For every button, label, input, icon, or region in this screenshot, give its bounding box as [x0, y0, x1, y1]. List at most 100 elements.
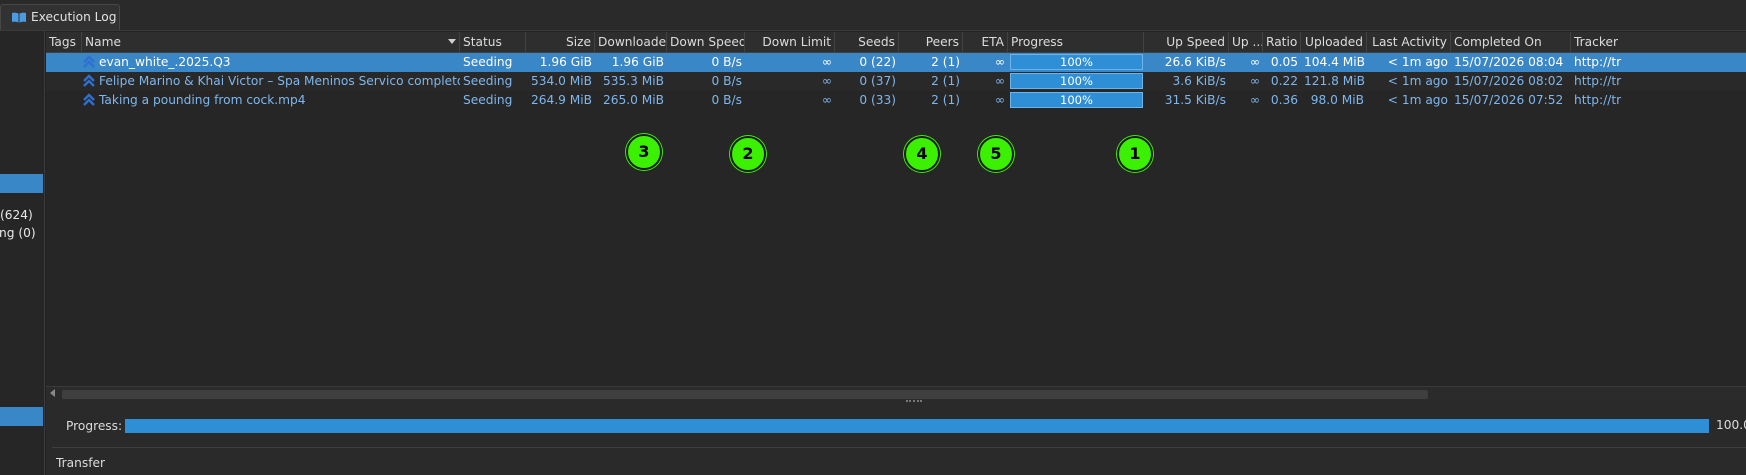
annotation-marker: 3 [626, 134, 662, 170]
torrent-down-speed: 0 B/s [711, 93, 742, 107]
column-tags[interactable]: Tags [46, 32, 82, 52]
torrent-eta: ∞ [994, 93, 1005, 107]
annotation-marker: 2 [730, 136, 766, 172]
book-icon [12, 12, 26, 23]
torrent-progress-bar: 100% [1010, 73, 1143, 89]
torrent-downloaded: 1.96 GiB [611, 55, 664, 69]
sidebar-item-count[interactable]: (624) [0, 208, 33, 222]
torrent-uploaded: 98.0 MiB [1310, 93, 1364, 107]
column-name[interactable]: Name [82, 32, 460, 52]
divider [52, 447, 1746, 448]
annotation-marker: 5 [978, 136, 1014, 172]
torrent-completed-on: 15/07/2026 07:52 [1454, 93, 1564, 107]
torrent-down-limit: ∞ [821, 74, 832, 88]
table-row[interactable]: evan_white_.2025.Q3 Seeding 1.96 GiB 1.9… [46, 53, 1746, 72]
seeding-icon [83, 55, 95, 68]
column-uploaded[interactable]: Uploaded [1301, 32, 1367, 52]
torrent-last-activity: < 1m ago [1387, 93, 1448, 107]
horizontal-scrollbar[interactable] [46, 386, 1746, 401]
annotation-marker: 1 [1117, 136, 1153, 172]
column-downloaded[interactable]: Downloaded [595, 32, 667, 52]
table-row[interactable]: Felipe Marino & Khai Victor – Spa Menino… [46, 72, 1746, 91]
sidebar-selected-item[interactable] [0, 407, 43, 426]
torrent-down-limit: ∞ [821, 55, 832, 69]
sidebar: (624) ng (0) [0, 31, 45, 475]
column-up-speed[interactable]: Up Speed [1144, 32, 1229, 52]
details-panel: Progress: 100.0 Transfer [46, 405, 1746, 475]
tab-bar: Execution Log [0, 0, 1746, 31]
torrent-eta: ∞ [994, 74, 1005, 88]
torrent-status: Seeding [463, 74, 513, 88]
column-completed-on[interactable]: Completed On [1451, 32, 1571, 52]
torrent-progress-bar: 100% [1010, 92, 1143, 108]
torrent-ratio: 0.36 [1270, 93, 1298, 107]
torrent-tracker: http://tr [1574, 93, 1622, 107]
torrent-status: Seeding [463, 93, 513, 107]
torrent-name: Taking a pounding from cock.mp4 [99, 93, 306, 107]
scroll-left-arrow-icon[interactable] [50, 389, 55, 397]
tab-execution-log[interactable]: Execution Log [0, 4, 120, 30]
column-peers[interactable]: Peers [899, 32, 963, 52]
torrent-peers: 2 (1) [931, 93, 960, 107]
torrent-downloaded: 265.0 MiB [602, 93, 664, 107]
torrent-up-speed: 3.6 KiB/s [1172, 74, 1226, 88]
torrent-up-speed: 31.5 KiB/s [1164, 93, 1226, 107]
torrent-tracker: http://tr [1574, 55, 1622, 69]
torrent-up-limit: ∞ [1249, 74, 1260, 88]
torrent-up-limit: ∞ [1249, 93, 1260, 107]
column-progress[interactable]: Progress [1008, 32, 1144, 52]
column-size[interactable]: Size [526, 32, 595, 52]
torrent-size: 264.9 MiB [530, 93, 592, 107]
splitter-grip-icon[interactable] [906, 400, 922, 404]
torrent-name: Felipe Marino & Khai Victor – Spa Menino… [99, 74, 460, 88]
torrent-last-activity: < 1m ago [1387, 55, 1448, 69]
scrollbar-thumb[interactable] [62, 390, 1428, 399]
section-title-transfer: Transfer [56, 456, 106, 470]
column-down-limit[interactable]: Down Limit [745, 32, 835, 52]
column-up-limit[interactable]: Up ... [1229, 32, 1263, 52]
torrent-table: Tags Name Status Size Downloaded Down Sp… [46, 32, 1746, 388]
torrent-downloaded: 535.3 MiB [602, 74, 664, 88]
torrent-completed-on: 15/07/2026 08:02 [1454, 74, 1564, 88]
torrent-up-limit: ∞ [1249, 55, 1260, 69]
torrent-seeds: 0 (37) [859, 74, 896, 88]
torrent-progress-bar: 100% [1010, 54, 1143, 70]
torrent-seeds: 0 (22) [859, 55, 896, 69]
torrent-down-speed: 0 B/s [711, 74, 742, 88]
progress-label: Progress: [66, 419, 123, 433]
tab-label: Execution Log [31, 10, 117, 24]
column-last-activity[interactable]: Last Activity [1367, 32, 1451, 52]
table-header: Tags Name Status Size Downloaded Down Sp… [46, 32, 1746, 53]
column-status[interactable]: Status [460, 32, 526, 52]
sidebar-item-count[interactable]: ng (0) [0, 226, 36, 240]
column-down-speed[interactable]: Down Speed [667, 32, 745, 52]
torrent-up-speed: 26.6 KiB/s [1164, 55, 1226, 69]
overall-progress-bar [125, 419, 1709, 433]
progress-value: 100.0 [1716, 418, 1746, 432]
torrent-peers: 2 (1) [931, 55, 960, 69]
seeding-icon [83, 93, 95, 106]
torrent-status: Seeding [463, 55, 513, 69]
torrent-down-speed: 0 B/s [711, 55, 742, 69]
torrent-completed-on: 15/07/2026 08:04 [1454, 55, 1564, 69]
column-seeds[interactable]: Seeds [835, 32, 899, 52]
sidebar-selected-item[interactable] [0, 174, 43, 193]
sort-desc-icon [448, 39, 456, 44]
column-tracker[interactable]: Tracker [1571, 32, 1746, 52]
table-row[interactable]: Taking a pounding from cock.mp4 Seeding … [46, 91, 1746, 110]
torrent-uploaded: 104.4 MiB [1304, 55, 1366, 69]
torrent-uploaded: 121.8 MiB [1304, 74, 1366, 88]
column-eta[interactable]: ETA [963, 32, 1008, 52]
torrent-last-activity: < 1m ago [1387, 74, 1448, 88]
torrent-tracker: http://tr [1574, 74, 1622, 88]
annotation-marker: 4 [904, 136, 940, 172]
torrent-ratio: 0.05 [1270, 55, 1298, 69]
torrent-name: evan_white_.2025.Q3 [99, 55, 231, 69]
torrent-ratio: 0.22 [1270, 74, 1298, 88]
torrent-down-limit: ∞ [821, 93, 832, 107]
seeding-icon [83, 74, 95, 87]
column-ratio[interactable]: Ratio [1263, 32, 1301, 52]
torrent-eta: ∞ [994, 55, 1005, 69]
torrent-seeds: 0 (33) [859, 93, 896, 107]
torrent-size: 534.0 MiB [530, 74, 592, 88]
